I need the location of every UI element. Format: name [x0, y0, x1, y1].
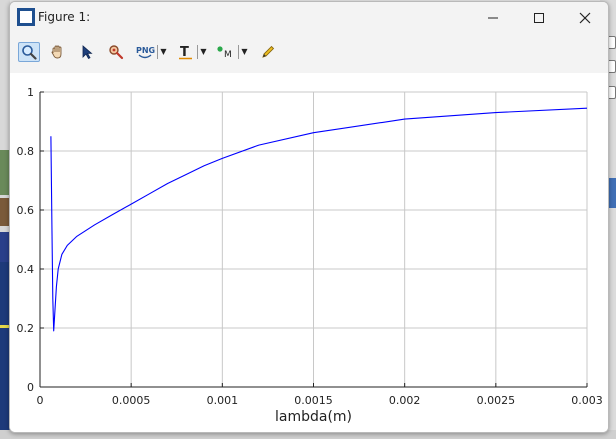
x-axis-label: lambda(m) [275, 409, 352, 425]
y-tick-label: 0.6 [17, 204, 35, 217]
window-title: Figure 1: [38, 10, 91, 24]
close-icon [579, 12, 591, 23]
chevron-down-icon: ▼ [197, 45, 207, 59]
x-tick-label: 0.002 [389, 394, 421, 407]
figure-toolbar: PNG ▼ T ▼ M ▼ [10, 33, 608, 73]
edit-pencil-button[interactable] [257, 42, 279, 62]
maximize-icon [534, 12, 544, 23]
y-tick-label: 0.8 [17, 145, 35, 158]
y-tick-label: 0.2 [17, 322, 35, 335]
export-png-dropdown[interactable]: PNG ▼ [134, 42, 168, 62]
pan-tool-button[interactable] [46, 42, 68, 62]
line-chart: 0 0.0005 0.001 0.0015 0.002 0.0025 0.003 0 0.2 0… [17, 86, 603, 425]
pencil-icon [262, 45, 275, 58]
figure-app-icon [17, 8, 35, 26]
text-tool-dropdown[interactable]: T ▼ [175, 42, 209, 62]
x-tick-label: 0.001 [207, 394, 239, 407]
x-tick-label: 0.003 [571, 394, 603, 407]
arrow-pointer-icon [82, 45, 93, 60]
marker-tool-dropdown[interactable]: M ▼ [215, 42, 249, 62]
magnifier-icon [22, 45, 37, 60]
x-tick-label: 0.0005 [112, 394, 151, 407]
marker-m-icon: M [217, 46, 232, 60]
close-button[interactable] [562, 2, 608, 33]
x-tick-label: 0.0015 [294, 394, 333, 407]
y-tick-label: 1 [27, 86, 34, 99]
png-icon: PNG [136, 46, 155, 59]
grid-lines [39, 91, 588, 388]
plot-canvas[interactable]: 0 0.0005 0.001 0.0015 0.002 0.0025 0.003 0 0.2 0… [10, 73, 608, 432]
text-t-icon: T [179, 45, 193, 60]
png-icon-label: PNG [136, 46, 155, 55]
minimize-button[interactable] [470, 2, 516, 33]
figure-window: Figure 1: PNG ▼ T ▼ M ▼ 0 0.0005 0.001 0… [9, 1, 609, 433]
y-tick-label: 0 [27, 381, 34, 394]
hand-icon [51, 45, 62, 59]
x-tick-label: 0.0025 [477, 394, 516, 407]
chevron-down-icon: ▼ [238, 45, 248, 59]
pin-magnifier-icon [109, 45, 124, 60]
data-cursor-button[interactable] [105, 42, 127, 62]
chevron-down-icon: ▼ [157, 45, 167, 59]
y-tick-label: 0.4 [17, 263, 35, 276]
marker-m-icon-label: M [224, 50, 232, 60]
maximize-button[interactable] [516, 2, 562, 33]
x-tick-label: 0 [37, 394, 44, 407]
minimize-icon [488, 17, 498, 18]
title-bar[interactable]: Figure 1: [10, 2, 608, 33]
zoom-tool-button[interactable] [18, 42, 40, 62]
select-tool-button[interactable] [76, 42, 98, 62]
